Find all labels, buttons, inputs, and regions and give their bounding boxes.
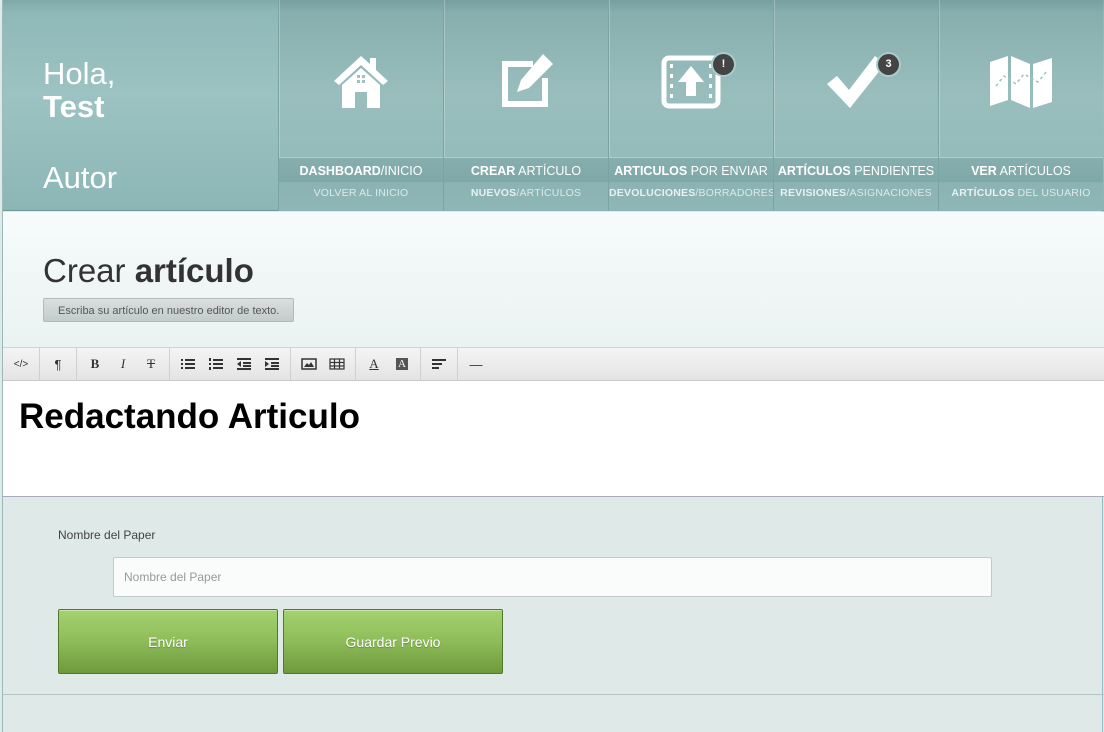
nav-title-rest: ARTÍCULOS bbox=[996, 164, 1071, 178]
nav-title-bold: ARTICULOS bbox=[614, 164, 688, 178]
outdent-button[interactable] bbox=[230, 348, 258, 381]
toolbar-group-format: ¶ bbox=[40, 347, 77, 381]
nav-sub-rest: /ASIGNACIONES bbox=[846, 187, 932, 199]
nav-subtitle: VOLVER AL INICIO bbox=[279, 187, 443, 199]
main-nav: DASHBOARD/INICIO VOLVER AL INICIO CREAR … bbox=[278, 0, 1103, 211]
nav-title: VER ARTÍCULOS bbox=[939, 164, 1103, 178]
count-badge: 3 bbox=[878, 54, 899, 75]
nav-sub-rest: DEL USUARIO bbox=[1014, 187, 1091, 199]
nav-title-bold: ARTÍCULOS bbox=[777, 164, 851, 178]
page-title-light: Crear bbox=[43, 252, 135, 289]
nav-title-bold: VER bbox=[971, 164, 997, 178]
page-subtitle: Escriba su artículo en nuestro editor de… bbox=[43, 298, 295, 322]
ordered-list-button[interactable] bbox=[202, 348, 230, 381]
user-name: Test bbox=[43, 89, 105, 124]
nav-sub-bold: NUEVOS bbox=[470, 187, 517, 199]
page-title-bold: artículo bbox=[134, 252, 254, 289]
toolbar-group-color: A A bbox=[356, 347, 421, 381]
paper-name-label: Nombre del Paper bbox=[58, 528, 156, 542]
strikethrough-button[interactable]: T bbox=[137, 348, 165, 381]
nav-sub-rest: /BORRADORES bbox=[695, 187, 776, 199]
bold-button[interactable]: B bbox=[81, 348, 109, 381]
nav-title: CREAR ARTÍCULO bbox=[444, 164, 608, 178]
toolbar-group-html: </> bbox=[3, 347, 40, 381]
nav-item-dashboard[interactable]: DASHBOARD/INICIO VOLVER AL INICIO bbox=[278, 0, 443, 211]
nav-subtitle: DEVOLUCIONES/BORRADORES bbox=[609, 187, 776, 199]
nav-subtitle: REVISIONES/ASIGNACIONES bbox=[774, 187, 938, 199]
align-button[interactable] bbox=[425, 348, 453, 381]
unordered-list-button[interactable] bbox=[174, 348, 202, 381]
nav-sub-rest: VOLVER AL INICIO bbox=[313, 187, 409, 199]
indent-icon bbox=[265, 358, 279, 370]
home-icon bbox=[328, 50, 394, 114]
greeting-text: Hola, bbox=[43, 56, 116, 91]
nav-band: CREAR ARTÍCULO NUEVOS/ARTÍCULOS bbox=[444, 157, 608, 211]
nav-sub-bold: DEVOLUCIONES bbox=[609, 187, 696, 199]
italic-button[interactable]: I bbox=[109, 348, 137, 381]
nav-item-create-article[interactable]: CREAR ARTÍCULO NUEVOS/ARTÍCULOS bbox=[443, 0, 608, 211]
unordered-list-icon bbox=[181, 359, 195, 369]
nav-band: ARTICULOS POR ENVIAR DEVOLUCIONES/BORRAD… bbox=[609, 157, 776, 211]
nav-title-bold: CREAR bbox=[470, 164, 516, 178]
nav-band: ARTÍCULOS PENDIENTES REVISIONES/ASIGNACI… bbox=[774, 157, 938, 211]
editor-toolbar: </> ¶ B I T A A — bbox=[3, 347, 1104, 381]
app-frame: Hola, Test Autor DASHBOARD/INICIO VOLVER… bbox=[2, 0, 1104, 732]
insert-image-button[interactable] bbox=[295, 348, 323, 381]
paragraph-format-button[interactable]: ¶ bbox=[44, 348, 72, 381]
insert-table-button[interactable] bbox=[323, 348, 351, 381]
page-header: Crear artículo Escriba su artículo en nu… bbox=[3, 212, 1104, 348]
align-left-icon bbox=[432, 359, 446, 369]
nav-title-rest: PENDIENTES bbox=[850, 164, 935, 178]
ordered-list-icon bbox=[209, 358, 223, 370]
horizontal-rule-button[interactable]: — bbox=[462, 348, 490, 381]
nav-subtitle: NUEVOS/ARTÍCULOS bbox=[444, 187, 608, 199]
toolbar-group-lists bbox=[170, 347, 291, 381]
nav-subtitle: ARTÍCULOS DEL USUARIO bbox=[939, 187, 1103, 199]
edit-icon bbox=[493, 50, 559, 114]
html-view-button[interactable]: </> bbox=[7, 348, 35, 381]
toolbar-group-insert bbox=[291, 347, 356, 381]
send-button[interactable]: Enviar bbox=[58, 609, 278, 674]
highlight-button[interactable]: A bbox=[388, 348, 416, 381]
footer-divider bbox=[3, 694, 1104, 695]
nav-item-view-articles[interactable]: VER ARTÍCULOS ARTÍCULOS DEL USUARIO bbox=[938, 0, 1103, 211]
nav-title-rest: POR ENVIAR bbox=[687, 164, 768, 178]
nav-sub-rest: /ARTÍCULOS bbox=[516, 187, 582, 199]
toolbar-group-hr: — bbox=[458, 348, 494, 381]
nav-sub-bold: ARTÍCULOS bbox=[951, 187, 1015, 199]
outdent-icon bbox=[237, 358, 251, 370]
nav-item-pending-articles[interactable]: 3 ARTÍCULOS PENDIENTES REVISIONES/ASIGNA… bbox=[773, 0, 938, 211]
editor-heading[interactable]: Redactando Articulo bbox=[19, 397, 360, 437]
nav-title: DASHBOARD/INICIO bbox=[279, 164, 443, 178]
user-role: Autor bbox=[43, 160, 118, 195]
nav-item-articles-to-send[interactable]: ! ARTICULOS POR ENVIAR DEVOLUCIONES/BORR… bbox=[608, 0, 776, 211]
toolbar-group-text: B I T bbox=[77, 347, 170, 381]
image-icon bbox=[301, 358, 317, 370]
highlight-icon: A bbox=[396, 358, 408, 370]
user-greeting: Hola, Test Autor bbox=[43, 56, 117, 196]
nav-band: VER ARTÍCULOS ARTÍCULOS DEL USUARIO bbox=[939, 157, 1103, 211]
nav-title-rest: /INICIO bbox=[380, 164, 423, 178]
paper-name-input[interactable] bbox=[113, 557, 992, 597]
indent-button[interactable] bbox=[258, 348, 286, 381]
nav-band: DASHBOARD/INICIO VOLVER AL INICIO bbox=[279, 157, 443, 211]
toolbar-group-align bbox=[421, 347, 458, 381]
notification-badge: ! bbox=[713, 54, 734, 75]
table-icon bbox=[329, 358, 345, 370]
nav-sub-bold: REVISIONES bbox=[780, 187, 847, 199]
header: Hola, Test Autor DASHBOARD/INICIO VOLVER… bbox=[3, 0, 1104, 211]
nav-title-bold: DASHBOARD bbox=[299, 164, 381, 178]
text-editor[interactable]: Redactando Articulo bbox=[3, 381, 1104, 497]
nav-title-rest: ARTÍCULO bbox=[515, 164, 582, 178]
font-color-button[interactable]: A bbox=[360, 348, 388, 381]
page-title: Crear artículo bbox=[43, 252, 254, 290]
save-draft-button[interactable]: Guardar Previo bbox=[283, 609, 503, 674]
nav-title: ARTICULOS POR ENVIAR bbox=[609, 164, 773, 178]
nav-title: ARTÍCULOS PENDIENTES bbox=[774, 164, 938, 178]
map-icon bbox=[988, 50, 1054, 114]
